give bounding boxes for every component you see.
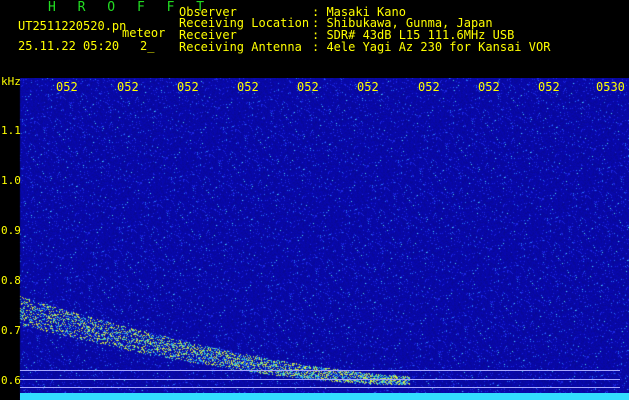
freq-tick: 1.0 xyxy=(1,174,21,187)
freq-tick: 0.9 xyxy=(1,224,21,237)
time-tick: 052 xyxy=(117,80,139,94)
baseline-band xyxy=(20,393,629,400)
index-label: 2_ xyxy=(140,39,155,53)
freq-tick: 0.8 xyxy=(1,274,21,287)
y-axis-unit: kHz xyxy=(1,75,21,88)
type-label: meteor xyxy=(122,26,166,40)
time-tick: 052 xyxy=(177,80,199,94)
freq-tick: 0.7 xyxy=(1,324,21,337)
time-tick: 052 xyxy=(538,80,560,94)
spectrogram-canvas xyxy=(0,78,629,400)
freq-tick: 1.1 xyxy=(1,124,21,137)
time-tick: 052 xyxy=(237,80,259,94)
antenna-value: : 4ele Yagi Az 230 for Kansai VOR xyxy=(312,40,551,54)
time-tick: 0530 xyxy=(596,80,625,94)
file-name: UT2511220520.pn xyxy=(18,19,127,33)
time-tick: 052 xyxy=(478,80,500,94)
time-tick: 052 xyxy=(357,80,379,94)
grid-line xyxy=(20,370,620,371)
time-tick: 052 xyxy=(56,80,78,94)
freq-tick: 0.6 xyxy=(1,374,21,387)
date-time: 25.11.22 05:20 xyxy=(18,39,120,53)
grid-line xyxy=(20,387,620,388)
time-tick: 052 xyxy=(418,80,440,94)
header-panel: H R O F F T UT2511220520.pn meteor 25.11… xyxy=(0,0,629,78)
grid-line xyxy=(20,379,620,380)
antenna-label: Receiving Antenna xyxy=(179,40,302,54)
time-tick: 052 xyxy=(297,80,319,94)
